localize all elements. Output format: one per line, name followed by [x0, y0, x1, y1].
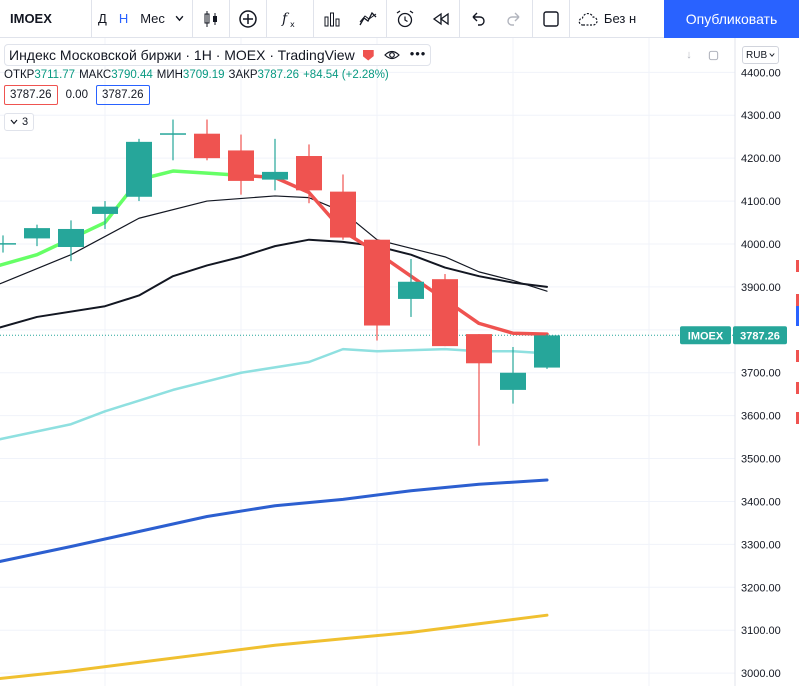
chart-style-group	[193, 0, 230, 38]
interval-2[interactable]: Мес	[134, 0, 171, 38]
interval-0[interactable]: Д	[92, 0, 113, 38]
y-tick-label-6: 3600.00	[741, 411, 781, 423]
candle-body-16	[534, 335, 560, 368]
candle-body-4	[126, 141, 152, 197]
indicators-collapse-button[interactable]: 3	[4, 113, 35, 131]
y-tick-label-5: 3500.00	[741, 454, 781, 466]
maximize-icon[interactable]	[704, 46, 722, 64]
undo-redo-group	[460, 0, 533, 38]
candle-body-5	[160, 133, 186, 135]
top-toolbar: IMOEX Д Н Мес fx Без н Опубликовать	[0, 0, 799, 38]
ohlc-key-2: МИН	[156, 69, 183, 81]
chevron-down-icon	[769, 53, 775, 57]
interval-1[interactable]: Н	[113, 0, 134, 38]
more-dots-icon[interactable]: •••	[410, 46, 427, 64]
alarm-clock-icon[interactable]	[387, 0, 423, 38]
candle-body-12	[398, 281, 424, 299]
candle-body-2	[58, 228, 84, 247]
y-tick-label-10: 4000.00	[741, 239, 781, 251]
ohlc-key-0: ОТКР	[4, 69, 35, 81]
ma-line-1	[239, 173, 549, 336]
last-price-value: 3787.26	[740, 330, 780, 342]
ohlc-readout: ОТКР3711.77 МАКС3790.44 МИН3709.19 ЗАКР3787…	[4, 69, 431, 81]
symbol-label: IMOEX	[10, 11, 52, 26]
last-price-symbol: IMOEX	[688, 330, 724, 342]
ohlc-key-1: МАКС	[79, 69, 112, 81]
value-box-red: 3787.26	[4, 85, 58, 105]
ohlc-value-3: 3787.26	[257, 69, 300, 81]
candle-body-1	[24, 228, 50, 239]
alert-replay-group	[387, 0, 460, 38]
redo-icon[interactable]	[496, 0, 532, 38]
ohlc-value-1: 3790.44	[111, 69, 153, 81]
candle-body-13	[432, 279, 458, 347]
ohlc-change: +84.54 (+2.28%)	[303, 69, 389, 81]
ma-line-0	[0, 169, 243, 268]
y-tick-label-9: 3900.00	[741, 282, 781, 294]
ohlc-value-0: 3711.77	[34, 69, 76, 81]
add-circle-icon[interactable]	[230, 0, 266, 38]
chevron-down-icon	[10, 119, 18, 125]
y-tick-label-3: 3300.00	[741, 539, 781, 551]
ma-line-6	[0, 613, 549, 680]
symbol-search-button[interactable]: IMOEX	[0, 0, 92, 38]
interval-chevron-icon[interactable]	[171, 0, 192, 38]
price-chart[interactable]: 3000.00 3100.00 3200.00 3300.00 3400.00 3500.…	[0, 38, 799, 686]
ohlc-value-2: 3709.19	[182, 69, 225, 81]
y-tick-label-12: 4200.00	[741, 153, 781, 165]
arrow-down-icon[interactable]: ↓	[680, 46, 698, 64]
layout-group	[533, 0, 570, 38]
undo-icon[interactable]	[460, 0, 496, 38]
layout-square-icon[interactable]	[533, 0, 569, 38]
templates-group	[314, 0, 387, 38]
value-mid: 0.00	[65, 89, 88, 101]
interval-group: Д Н Мес	[92, 0, 193, 38]
svg-text:x: x	[290, 20, 295, 29]
candle-body-9	[296, 156, 322, 191]
candle-body-6	[194, 133, 220, 159]
y-tick-label-11: 4100.00	[741, 196, 781, 208]
y-tick-label-1: 3100.00	[741, 625, 781, 637]
publish-button[interactable]: Опубликовать	[664, 0, 799, 38]
candle-body-0	[0, 243, 16, 245]
candle-body-14	[466, 334, 492, 364]
cloud-icon	[576, 8, 600, 30]
ma-line-3	[0, 238, 548, 329]
candles-icon[interactable]	[193, 0, 229, 38]
ohlc-key-3: ЗАКР	[228, 69, 258, 81]
series-title: Индекс Московской биржи · 1H · MOEX · Tr…	[9, 47, 355, 63]
bar-chart-icon[interactable]	[314, 0, 350, 38]
y-tick-label-0: 3000.00	[741, 668, 781, 680]
candle-body-3	[92, 206, 118, 214]
currency-label: RUB	[746, 49, 768, 61]
compare-chart-icon[interactable]	[350, 0, 386, 38]
currency-button[interactable]: RUB	[742, 46, 780, 64]
collapsed-count: 3	[22, 116, 29, 128]
y-tick-label-7: 3700.00	[741, 368, 781, 380]
candle-body-8	[262, 171, 288, 180]
value-box-blue: 3787.26	[95, 85, 150, 105]
y-tick-label-4: 3400.00	[741, 496, 781, 508]
flag-icon[interactable]	[362, 49, 374, 61]
candle-body-10	[330, 191, 356, 238]
save-layout-label: Без н	[603, 11, 637, 26]
candle-body-15	[500, 372, 526, 390]
chart-legend: Индекс Московской биржи · 1H · MOEX · Tr…	[4, 44, 432, 131]
fx-group: fx	[267, 0, 314, 38]
candle-body-11	[364, 239, 390, 326]
indicator-values: 3787.26 0.00 3787.26	[4, 85, 431, 105]
y-tick-label-2: 3200.00	[741, 582, 781, 594]
ma-line-4	[0, 347, 549, 441]
candle-body-7	[228, 150, 254, 181]
y-tick-label-13: 4300.00	[741, 110, 781, 122]
indicators-group	[230, 0, 267, 38]
replay-rewind-icon[interactable]	[423, 0, 459, 38]
series-title-box[interactable]: Индекс Московской биржи · 1H · MOEX · Tr…	[4, 44, 432, 66]
ma-line-5	[0, 478, 549, 563]
svg-text:f: f	[281, 11, 290, 27]
indicators-fx-icon[interactable]: fx	[267, 0, 313, 38]
eye-icon[interactable]	[383, 47, 400, 63]
y-tick-label-14: 4400.00	[741, 67, 781, 79]
